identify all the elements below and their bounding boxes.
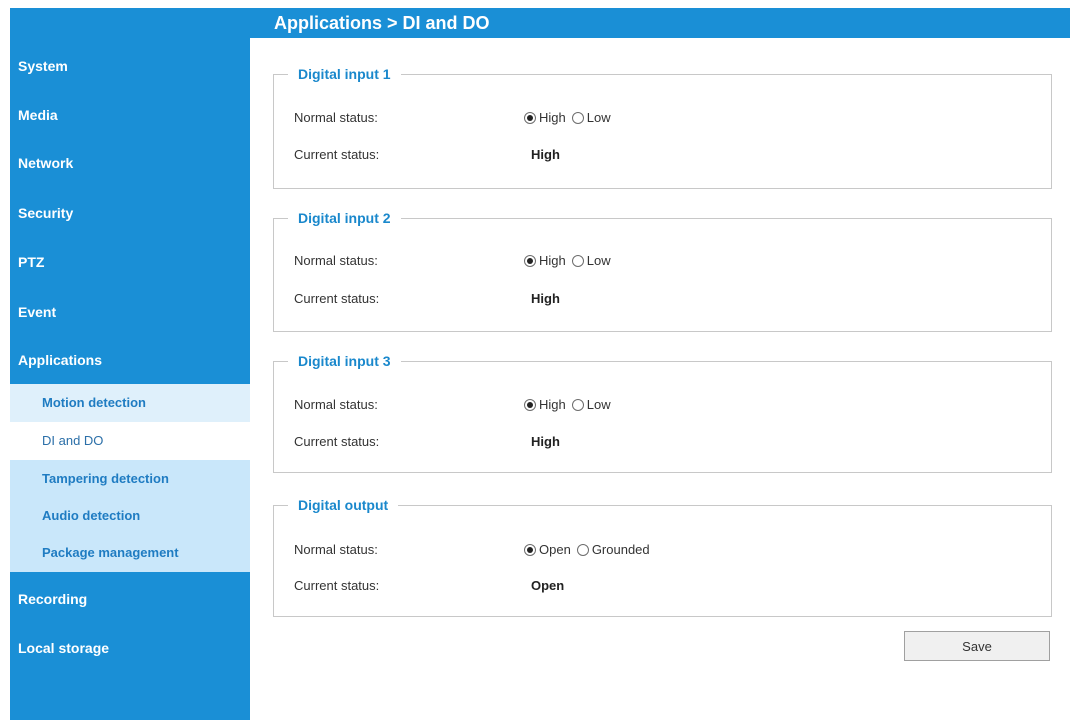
current-status-label: Current status: (294, 147, 380, 162)
sidebar-item-ptz[interactable]: PTZ (18, 250, 44, 274)
save-button[interactable]: Save (904, 631, 1050, 661)
radio-low-label[interactable]: Low (587, 109, 611, 127)
radio-high[interactable] (524, 399, 536, 411)
submenu-item-di-and-do[interactable]: DI and DO (10, 422, 250, 460)
normal-status-radio-group: High Low (524, 109, 617, 127)
sidebar-item-security[interactable]: Security (18, 201, 73, 225)
submenu-item-motion-detection[interactable]: Motion detection (10, 384, 250, 422)
radio-high-label[interactable]: High (539, 109, 566, 127)
sidebar-item-applications[interactable]: Applications (18, 348, 102, 372)
panel-title: Digital input 3 (288, 351, 401, 371)
radio-low-label[interactable]: Low (587, 396, 611, 414)
radio-low[interactable] (571, 255, 584, 267)
sidebar-item-local-storage[interactable]: Local storage (18, 636, 109, 660)
submenu-item-tampering-detection[interactable]: Tampering detection (10, 460, 250, 498)
panel-title: Digital input 2 (288, 208, 401, 228)
current-status-value: Open (531, 578, 565, 593)
normal-status-radio-group: High Low (524, 252, 617, 270)
page-breadcrumb: Applications > DI and DO (274, 13, 490, 33)
radio-open-label[interactable]: Open (539, 541, 571, 559)
normal-status-label: Normal status: (294, 253, 378, 268)
current-status-value: High (531, 147, 560, 162)
digital-input-2-panel: Digital input 2 Normal status: High Low … (273, 208, 1052, 332)
normal-status-label: Normal status: (294, 397, 378, 412)
current-status-value: High (531, 434, 560, 449)
sidebar-item-event[interactable]: Event (18, 300, 56, 324)
radio-grounded-label[interactable]: Grounded (592, 541, 650, 559)
current-status-value: High (531, 291, 560, 306)
applications-submenu: Motion detection DI and DO Tampering det… (10, 384, 250, 572)
radio-low[interactable] (571, 112, 584, 124)
current-status-label: Current status: (294, 291, 380, 306)
sidebar-item-system[interactable]: System (18, 54, 68, 78)
normal-status-label: Normal status: (294, 110, 378, 125)
normal-status-radio-group: High Low (524, 396, 617, 414)
sidebar: System Media Network Security PTZ Event … (10, 38, 250, 720)
normal-status-radio-group: Open Grounded (524, 541, 656, 559)
submenu-item-audio-detection[interactable]: Audio detection (10, 497, 250, 535)
panel-title: Digital input 1 (288, 64, 401, 84)
radio-low[interactable] (571, 399, 584, 411)
radio-high-label[interactable]: High (539, 252, 566, 270)
current-status-label: Current status: (294, 578, 380, 593)
normal-status-label: Normal status: (294, 542, 378, 557)
sidebar-item-media[interactable]: Media (18, 103, 58, 127)
digital-input-3-panel: Digital input 3 Normal status: High Low … (273, 351, 1052, 473)
radio-low-label[interactable]: Low (587, 252, 611, 270)
digital-output-panel: Digital output Normal status: Open Groun… (273, 495, 1052, 617)
radio-high[interactable] (524, 112, 536, 124)
submenu-item-package-management[interactable]: Package management (10, 534, 250, 572)
current-status-label: Current status: (294, 434, 380, 449)
digital-input-1-panel: Digital input 1 Normal status: High Low … (273, 64, 1052, 189)
radio-open[interactable] (524, 544, 536, 556)
sidebar-item-recording[interactable]: Recording (18, 587, 87, 611)
radio-high-label[interactable]: High (539, 396, 566, 414)
header-bar: Applications > DI and DO (10, 8, 1070, 38)
radio-high[interactable] (524, 255, 536, 267)
radio-grounded[interactable] (576, 544, 589, 556)
sidebar-item-network[interactable]: Network (18, 151, 73, 175)
panel-title: Digital output (288, 495, 399, 515)
